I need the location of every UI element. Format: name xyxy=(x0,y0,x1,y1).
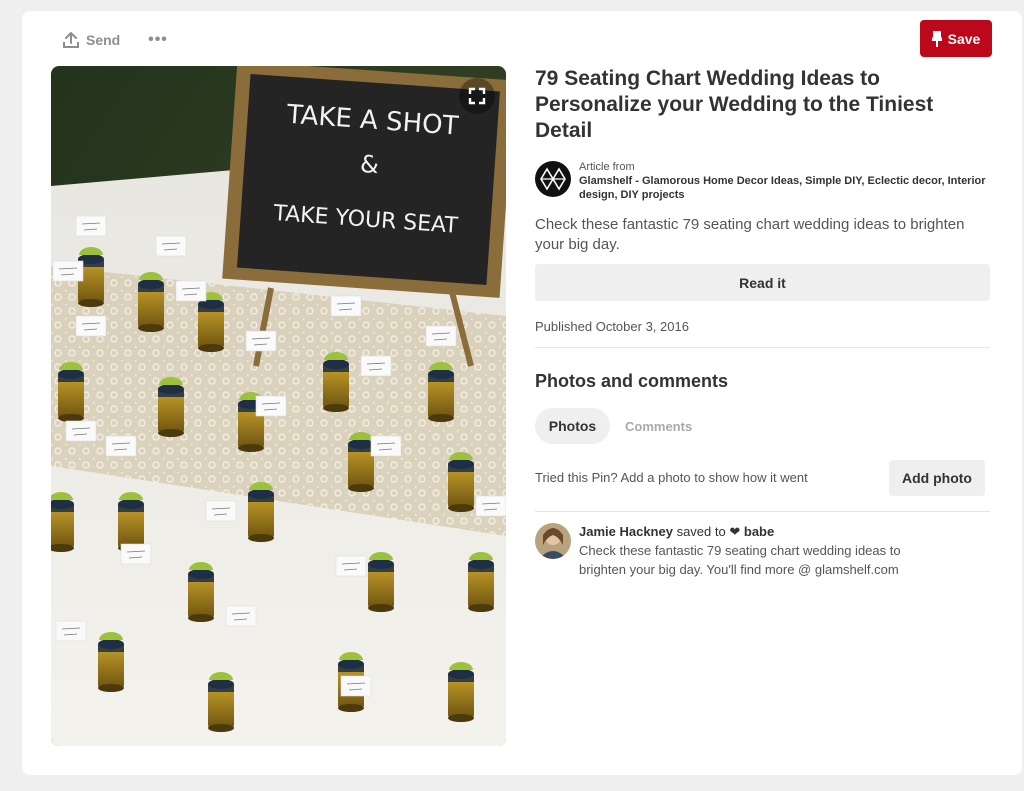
more-options-button[interactable]: ••• xyxy=(147,28,169,52)
read-it-button[interactable]: Read it xyxy=(535,264,990,301)
send-button[interactable]: Send xyxy=(62,28,120,52)
saved-to-text: saved to xyxy=(676,524,726,539)
tab-comments[interactable]: Comments xyxy=(625,408,692,444)
pin-image[interactable]: TAKE A SHOT & TAKE YOUR SEAT xyxy=(51,66,506,746)
ellipsis-icon: ••• xyxy=(148,31,168,48)
published-date: Published October 3, 2016 xyxy=(535,319,689,334)
pin-photo: TAKE A SHOT & TAKE YOUR SEAT xyxy=(51,66,506,746)
upload-arrow-icon xyxy=(63,32,79,48)
tried-pin-prompt: Tried this Pin? Add a photo to show how … xyxy=(535,470,808,485)
comment-text: Check these fantastic 79 seating chart w… xyxy=(579,543,901,577)
comment-user[interactable]: Jamie Hackney xyxy=(579,524,673,539)
source-label: Article from xyxy=(579,161,635,173)
divider xyxy=(535,347,990,348)
save-button[interactable]: Save xyxy=(920,20,992,57)
sign-text-amp: & xyxy=(359,150,380,179)
add-photo-button[interactable]: Add photo xyxy=(889,460,985,496)
photos-comments-heading: Photos and comments xyxy=(535,371,729,391)
heart-icon: ❤ xyxy=(729,524,741,539)
saved-activity-item: Jamie Hackney saved to ❤ babe Check thes… xyxy=(535,523,990,579)
expand-icon xyxy=(468,87,486,105)
pin-details: 79 Seating Chart Wedding Ideas to Person… xyxy=(535,66,990,577)
expand-image-button[interactable] xyxy=(459,78,495,114)
tab-photos[interactable]: Photos xyxy=(535,408,610,444)
source-name[interactable]: Glamshelf - Glamorous Home Decor Ideas, … xyxy=(579,174,990,202)
pin-source[interactable]: Article from Glamshelf - Glamorous Home … xyxy=(535,161,990,202)
board-link[interactable]: babe xyxy=(744,524,774,539)
glamshelf-logo-icon xyxy=(535,161,571,197)
divider xyxy=(535,511,990,512)
pushpin-icon xyxy=(931,30,942,47)
send-label: Send xyxy=(86,32,121,48)
save-label: Save xyxy=(947,30,981,47)
pin-title: 79 Seating Chart Wedding Ideas to Person… xyxy=(535,67,934,142)
avatar[interactable] xyxy=(535,523,571,559)
pin-description: Check these fantastic 79 seating chart w… xyxy=(535,216,965,253)
